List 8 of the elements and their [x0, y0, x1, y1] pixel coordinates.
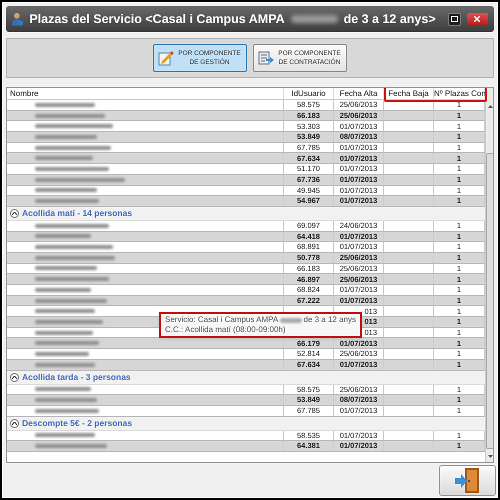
- group-title: Acollida matí - 14 personas: [22, 207, 132, 220]
- tooltip-text: de 3 a 12 anys: [304, 315, 356, 325]
- tooltip-text: Servicio: Casal i Campus AMPA: [165, 315, 278, 325]
- window-title: Plazas del Servicio <Casal i Campus AMPA: [29, 10, 285, 28]
- window-title: de 3 a 12 anys>: [344, 10, 436, 28]
- group-title: Descompte 5€ - 2 personas: [22, 416, 132, 430]
- tooltip-text: C.C.: Acollida matí (08:00-09:00h): [165, 325, 286, 335]
- group-title: Acollida tarda - 3 personas: [22, 370, 131, 384]
